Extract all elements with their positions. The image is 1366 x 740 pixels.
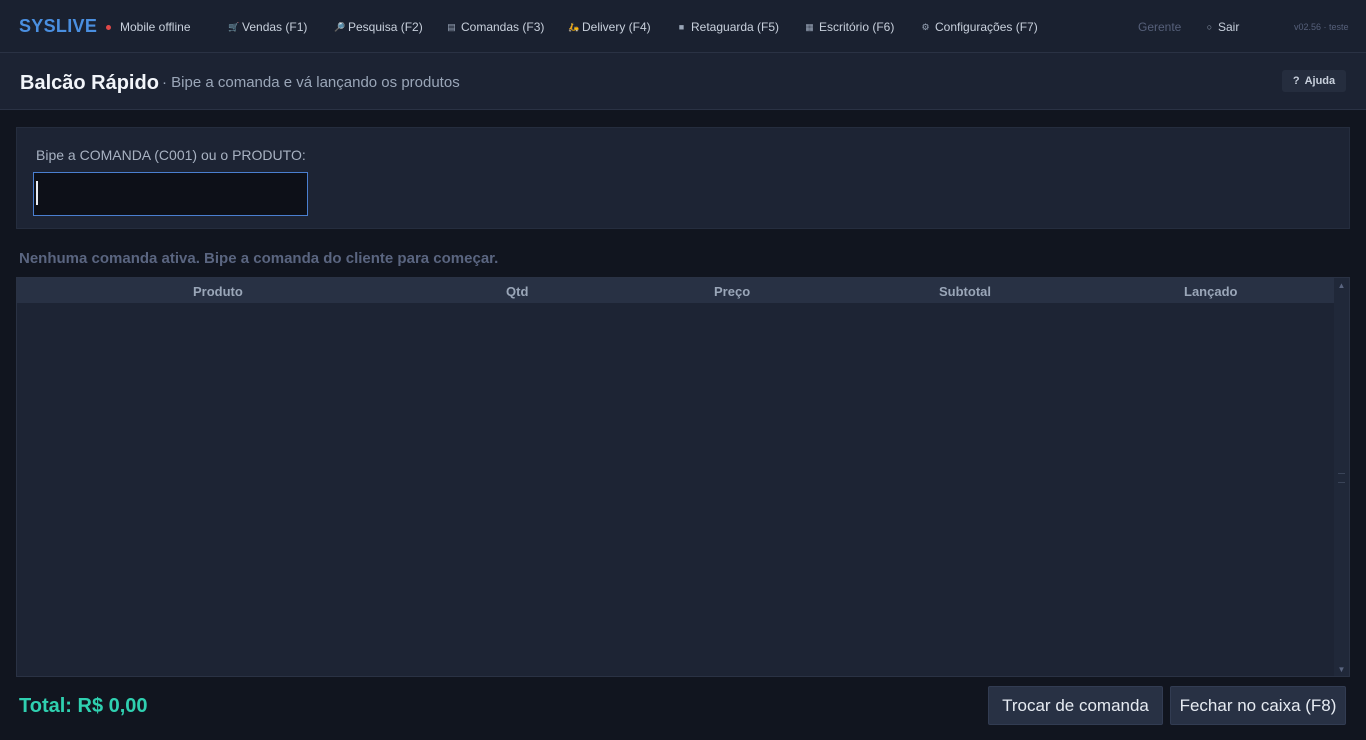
status-message: Nenhuma comanda ativa. Bipe a comanda do… [19, 250, 499, 267]
help-button[interactable]: ? Ajuda [1282, 70, 1346, 92]
page-subtitle: · Bipe a comanda e vá lançando os produt… [162, 74, 460, 91]
menu-comandas-label: Comandas (F3) [461, 20, 545, 34]
help-label: Ajuda [1304, 75, 1336, 87]
scan-label: Bipe a COMANDA (C001) ou o PRODUTO: [36, 147, 306, 163]
menu-retaguarda-label: Retaguarda (F5) [691, 20, 780, 34]
menu-comandas[interactable]: ▤ Comandas (F3) [447, 20, 544, 34]
text-cursor [36, 181, 38, 205]
mobile-status: Mobile offline [106, 20, 191, 34]
logout-button[interactable]: ○ Sair [1205, 20, 1240, 34]
brand-logo: SYSLIVE [19, 16, 98, 36]
scroll-up-icon[interactable]: ▲ [1334, 278, 1349, 292]
column-header-lancado[interactable]: Lançado [1184, 284, 1237, 299]
status-dot-icon [106, 24, 111, 30]
cart-icon: 🛒 [228, 21, 240, 32]
menu-vendas[interactable]: 🛒 Vendas (F1) [228, 20, 307, 34]
column-header-preco[interactable]: Preço [714, 284, 750, 299]
gear-icon: ⚙ [921, 21, 930, 32]
menu-escritorio-label: Escritório (F6) [819, 20, 895, 34]
user-role: Gerente [1138, 20, 1182, 34]
app-version: v02.56 · teste [1294, 22, 1349, 32]
logout-icon: ○ [1206, 22, 1213, 32]
menu-escritorio[interactable]: ▦ Escritório (F6) [805, 20, 894, 34]
menu-pesquisa-label: Pesquisa (F2) [348, 20, 423, 34]
box-icon: ■ [678, 22, 685, 32]
mobile-status-label: Mobile offline [120, 20, 191, 34]
logout-label: Sair [1218, 20, 1240, 34]
scan-panel: Bipe a COMANDA (C001) ou o PRODUTO: [16, 127, 1350, 229]
menu-retaguarda[interactable]: ■ Retaguarda (F5) [677, 20, 779, 34]
column-header-qtd[interactable]: Qtd [506, 284, 528, 299]
building-icon: ▦ [805, 21, 814, 32]
column-header-subtotal[interactable]: Subtotal [939, 284, 991, 299]
page-title: Balcão Rápido [20, 72, 159, 94]
search-icon: 🔎 [334, 21, 346, 32]
table-scrollbar[interactable]: ▲ ▼ [1334, 278, 1349, 676]
close-at-cashier-button[interactable]: Fechar no caixa (F8) [1170, 686, 1346, 725]
page-header: Balcão Rápido · Bipe a comanda e vá lanç… [0, 53, 1366, 110]
table-header: Produto Qtd Preço Subtotal Lançado [17, 278, 1335, 303]
scooter-icon: 🛵 [568, 21, 580, 32]
menu-vendas-label: Vendas (F1) [242, 20, 308, 34]
clipboard-icon: ▤ [447, 21, 456, 32]
order-total: Total: R$ 0,00 [19, 695, 148, 717]
scan-input[interactable] [33, 172, 308, 216]
swap-order-button[interactable]: Trocar de comanda [988, 686, 1163, 725]
scroll-down-icon[interactable]: ▼ [1334, 662, 1349, 676]
menu-pesquisa[interactable]: 🔎 Pesquisa (F2) [334, 20, 423, 34]
menu-delivery-label: Delivery (F4) [582, 20, 651, 34]
menu-configuracoes[interactable]: ⚙ Configurações (F7) [921, 20, 1038, 34]
scroll-grip-icon[interactable] [1338, 473, 1345, 483]
column-header-produto[interactable]: Produto [193, 284, 243, 299]
menu-delivery[interactable]: 🛵 Delivery (F4) [568, 20, 651, 34]
items-table: Produto Qtd Preço Subtotal Lançado ▲ ▼ [16, 277, 1350, 677]
question-icon: ? [1292, 75, 1300, 87]
top-navigation: SYSLIVE Mobile offline 🛒 Vendas (F1) 🔎 P… [0, 0, 1366, 53]
menu-configuracoes-label: Configurações (F7) [935, 20, 1038, 34]
